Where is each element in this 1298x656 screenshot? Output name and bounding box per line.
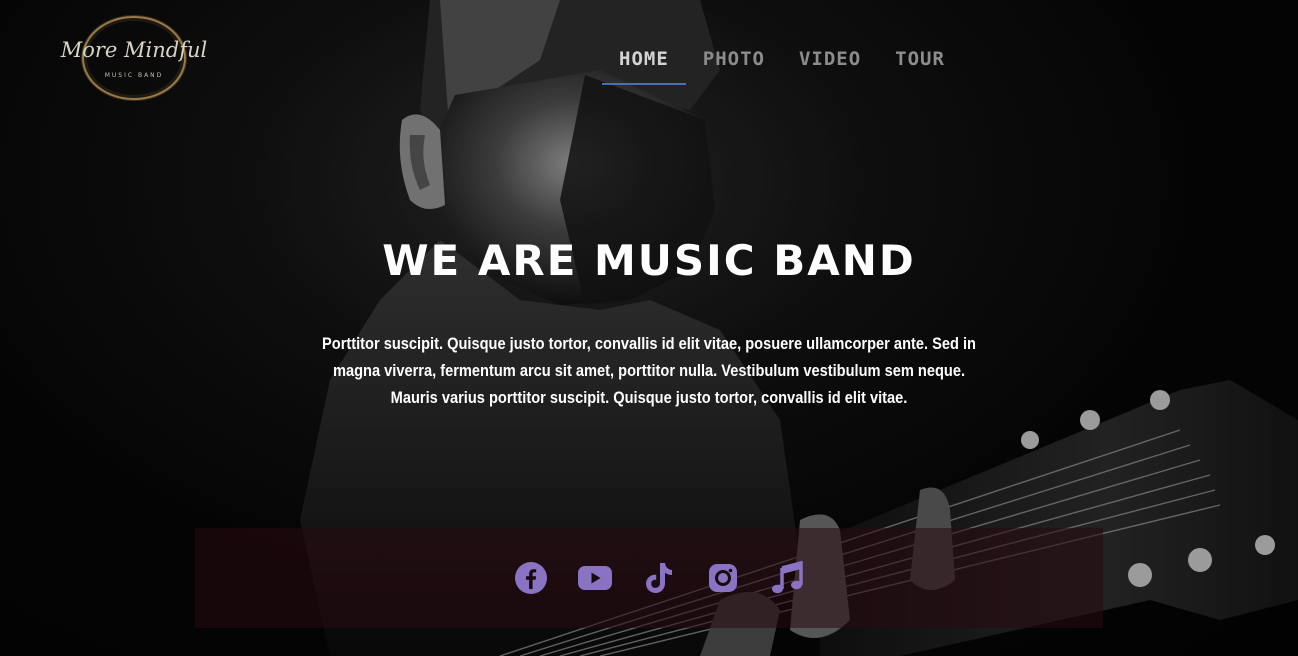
band-logo[interactable]: More Mindful MUSIC BAND (58, 14, 210, 102)
nav-item-tour[interactable]: TOUR (878, 40, 962, 85)
hero-description: Porttitor suscipit. Quisque justo tortor… (322, 334, 976, 407)
youtube-icon[interactable] (577, 560, 613, 596)
main-navigation: HOME PHOTO VIDEO TOUR (602, 40, 962, 86)
hero-headline: WE ARE MUSIC BAND (382, 236, 916, 285)
facebook-icon[interactable] (513, 560, 549, 596)
logo-script-text: More Mindful (60, 38, 208, 62)
music-note-icon[interactable] (769, 560, 805, 596)
nav-item-home[interactable]: HOME (602, 40, 686, 85)
instagram-icon[interactable] (705, 560, 741, 596)
nav-item-photo[interactable]: PHOTO (686, 40, 782, 85)
tiktok-icon[interactable] (641, 560, 677, 596)
social-links-bar (195, 528, 1103, 628)
nav-item-video[interactable]: VIDEO (782, 40, 878, 85)
landing-page: More Mindful MUSIC BAND HOME PHOTO VIDEO… (0, 0, 1298, 656)
logo-subtitle: MUSIC BAND (104, 72, 164, 79)
